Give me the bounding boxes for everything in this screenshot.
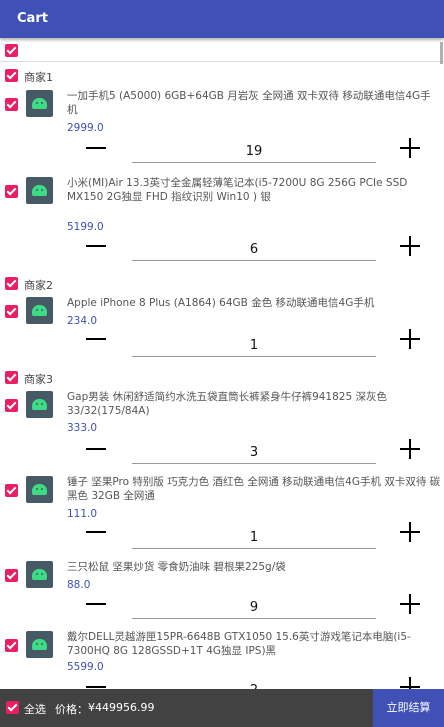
product-title: 一加手机5 (A5000) 6GB+64GB 月岩灰 全网通 双卡双待 移动联通… (67, 90, 431, 116)
quantity-input[interactable]: 9 (132, 600, 376, 619)
app-title: Cart (17, 11, 48, 26)
list-item: 小米(MI)Air 13.3英寸全金属轻薄笔记本(i5-7200U 8G 256… (0, 174, 444, 274)
product-title: Apple iPhone 8 Plus (A1864) 64GB 金色 移动联通… (67, 297, 375, 309)
increase-button[interactable] (400, 138, 420, 158)
shop-name: 商家2 (24, 279, 53, 292)
increase-button[interactable] (400, 594, 420, 614)
product-title: 锤子 坚果Pro 特别版 巧克力色 酒红色 全网通 移动联通电信4G手机 双卡双… (67, 476, 441, 502)
shop-header: 商家2 (0, 273, 444, 295)
list-item: 三只松鼠 坚果炒货 零食奶油味 碧根果225g/袋 88.0 9 (0, 558, 444, 638)
scrollbar[interactable] (440, 42, 443, 64)
goods-checkbox[interactable] (5, 569, 18, 582)
quantity-input[interactable]: 19 (132, 144, 376, 163)
android-icon (32, 569, 47, 580)
product-price: 5599.0 (67, 661, 104, 673)
goods-checkbox[interactable] (5, 399, 18, 412)
android-icon (32, 484, 47, 495)
quantity-input[interactable]: 6 (132, 242, 376, 261)
select-all-label: 全选 (24, 703, 46, 716)
list-item: 戴尔DELL灵越游匣15PR-6648B GTX1050 15.6英寸游戏笔记本… (0, 628, 444, 689)
increase-button[interactable] (400, 677, 420, 689)
shop-checkbox[interactable] (5, 69, 18, 82)
select-all-row (0, 38, 444, 62)
shop-name: 商家3 (24, 373, 53, 386)
shop-header: 商家1 (0, 65, 444, 87)
product-title: 三只松鼠 坚果炒货 零食奶油味 碧根果225g/袋 (67, 561, 286, 573)
footer-select-all-checkbox[interactable] (6, 701, 19, 714)
product-thumbnail (26, 561, 53, 588)
cart-list[interactable]: 商家1 一加手机5 (A5000) 6GB+64GB 月岩灰 全网通 双卡双待 … (0, 38, 444, 689)
android-icon (32, 98, 47, 109)
decrease-button[interactable] (86, 603, 106, 605)
android-icon (32, 185, 47, 196)
list-item: Gap男装 休闲舒适简约水洗五袋直筒长裤紧身牛仔裤941825 深灰色 33/3… (0, 388, 444, 478)
checkout-button[interactable]: 立即结算 (373, 689, 444, 727)
decrease-button[interactable] (86, 147, 106, 149)
total-label: 价格： (55, 703, 88, 716)
quantity-input[interactable]: 1 (132, 530, 376, 549)
android-icon (32, 639, 47, 650)
goods-checkbox[interactable] (5, 639, 18, 652)
shop-checkbox[interactable] (5, 371, 18, 384)
product-thumbnail (26, 90, 53, 117)
increase-button[interactable] (400, 236, 420, 256)
product-thumbnail (26, 476, 53, 503)
cart-screen: Cart 商家1 一加手机5 (A5000) 6GB+64GB 月岩灰 全网通 … (0, 0, 444, 727)
android-icon (32, 399, 47, 410)
select-all-checkbox[interactable] (5, 44, 18, 57)
goods-checkbox[interactable] (5, 98, 18, 111)
android-icon (32, 305, 47, 316)
increase-button[interactable] (400, 329, 420, 349)
product-title: Gap男装 休闲舒适简约水洗五袋直筒长裤紧身牛仔裤941825 深灰色 33/3… (67, 391, 387, 417)
decrease-button[interactable] (86, 245, 106, 247)
increase-button[interactable] (400, 439, 420, 459)
product-title: 戴尔DELL灵越游匣15PR-6648B GTX1050 15.6英寸游戏笔记本… (67, 631, 411, 657)
decrease-button[interactable] (86, 448, 106, 450)
product-thumbnail (26, 631, 53, 658)
product-price: 5199.0 (67, 221, 104, 233)
product-price: 111.0 (67, 508, 98, 520)
shop-checkbox[interactable] (5, 277, 18, 290)
decrease-button[interactable] (86, 686, 106, 688)
product-thumbnail (26, 297, 53, 324)
shop-header: 商家3 (0, 367, 444, 389)
checkout-bar: 全选 价格： ¥449956.99 立即结算 (0, 689, 444, 727)
quantity-input[interactable]: 1 (132, 338, 376, 357)
goods-checkbox[interactable] (5, 305, 18, 318)
decrease-button[interactable] (86, 531, 106, 533)
app-bar: Cart (0, 0, 444, 38)
product-thumbnail (26, 177, 53, 204)
product-price: 333.0 (67, 422, 98, 434)
shop-name: 商家1 (24, 71, 53, 84)
quantity-input[interactable]: 3 (132, 445, 376, 464)
product-price: 88.0 (67, 579, 91, 591)
product-price: 2999.0 (67, 122, 104, 134)
total-price: ¥449956.99 (88, 701, 155, 714)
list-item: 锤子 坚果Pro 特别版 巧克力色 酒红色 全网通 移动联通电信4G手机 双卡双… (0, 473, 444, 563)
increase-button[interactable] (400, 522, 420, 542)
goods-checkbox[interactable] (5, 185, 18, 198)
product-price: 234.0 (67, 315, 98, 327)
goods-checkbox[interactable] (5, 484, 18, 497)
decrease-button[interactable] (86, 338, 106, 340)
product-title: 小米(MI)Air 13.3英寸全金属轻薄笔记本(i5-7200U 8G 256… (67, 177, 408, 203)
list-item: Apple iPhone 8 Plus (A1864) 64GB 金色 移动联通… (0, 294, 444, 374)
product-thumbnail (26, 391, 53, 418)
